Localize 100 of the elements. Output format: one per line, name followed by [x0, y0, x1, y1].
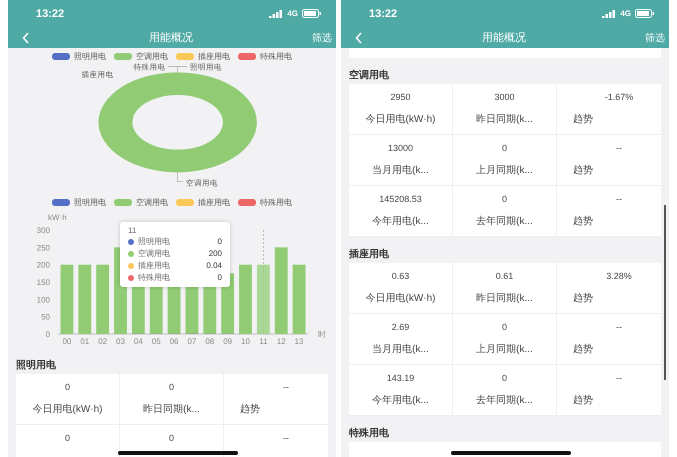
leader-line	[168, 66, 188, 73]
stat-value: 0.61	[496, 271, 514, 281]
series-name: 特殊用电	[138, 272, 170, 283]
stat-value: 2.69	[392, 322, 410, 332]
stat-label: 当月用电(k...	[372, 164, 429, 177]
bar	[60, 264, 74, 334]
stat-value: 0	[502, 143, 507, 153]
y-tick-label: 250	[36, 243, 50, 252]
x-tick-label: 07	[187, 337, 196, 346]
stat-label: 趋势	[573, 164, 593, 177]
legend-label: 插座用电	[198, 50, 230, 62]
x-tick-label: 12	[276, 337, 286, 346]
status-time: 13:22	[369, 8, 398, 20]
series-value: 200	[208, 249, 222, 258]
battery-icon	[635, 9, 655, 18]
x-tick-label: 02	[98, 337, 108, 346]
network-label: 4G	[620, 9, 631, 18]
stat-value: --	[616, 143, 622, 153]
stat-label: 今年用电(k...	[372, 394, 429, 407]
stat-value: 0	[502, 194, 507, 204]
filter-button[interactable]: 筛选	[312, 30, 332, 44]
x-tick-label: 01	[80, 337, 90, 346]
x-tick-label: 13	[294, 337, 304, 346]
stat-label: 趋势	[573, 394, 593, 407]
stat-value: 2950	[390, 92, 411, 102]
stat-label: 趋势	[573, 112, 593, 126]
bar	[256, 264, 270, 334]
stat-label: 今年用电(k...	[372, 214, 429, 228]
legend-label: 空调用电	[136, 196, 168, 208]
section-title: 特殊用电	[348, 426, 390, 441]
filter-button[interactable]: 筛选	[645, 30, 665, 44]
stat-value: 0	[64, 382, 70, 392]
section-title: 空调用电	[348, 68, 390, 83]
page-title: 用能概况	[482, 31, 526, 45]
stat-label: 昨日同期(k...	[143, 402, 200, 416]
stat-value: 0	[64, 433, 70, 443]
donut-label: 照明用电	[190, 62, 222, 72]
bar	[239, 264, 252, 334]
stat-label: 上月同期(k...	[476, 164, 533, 177]
stat-value: --	[616, 373, 622, 383]
stat-value: 3.28%	[606, 271, 632, 281]
stat-value: --	[283, 382, 289, 392]
status-time: 13:22	[36, 8, 64, 20]
series-name: 照明用电	[138, 236, 170, 247]
leader-line	[177, 172, 184, 182]
donut-label: 插座用电	[82, 70, 114, 80]
donut-label: 特殊用电	[133, 62, 166, 72]
stat-label: 昨日同期(k...	[476, 112, 533, 126]
stat-label: 上月同期(k...	[476, 342, 533, 356]
stat-value: --	[616, 322, 622, 332]
stat-label: 当月用电(k...	[372, 342, 429, 356]
back-button[interactable]	[22, 32, 30, 44]
legend-label: 插座用电	[198, 196, 230, 208]
x-tick-label: 11	[259, 337, 268, 346]
stat-label: 去年同期(k...	[476, 394, 533, 407]
x-tick-label: 06	[170, 337, 179, 346]
x-tick-label: 09	[223, 337, 232, 346]
x-tick-label: 00	[62, 337, 72, 346]
stat-value: -1.67%	[604, 92, 634, 102]
y-tick-label: 200	[36, 260, 50, 270]
bar	[292, 264, 306, 334]
battery-icon	[302, 9, 322, 18]
stat-value: 0	[168, 433, 174, 443]
legend-label: 特殊用电	[260, 196, 292, 208]
y-tick-label: 50	[41, 312, 50, 322]
stat-value: 145208.53	[379, 194, 422, 204]
legend-label: 照明用电	[74, 50, 106, 62]
signal-icon	[269, 10, 284, 18]
x-tick-label: 04	[134, 337, 143, 346]
donut-label: 空调用电	[186, 178, 218, 188]
y-tick-label: 150	[36, 278, 50, 287]
stat-label: 今日用电(kW·h)	[32, 402, 102, 416]
stat-label: 去年同期(k...	[476, 214, 533, 228]
series-value: 0	[218, 237, 222, 246]
stat-label: 今日用电(kW·h)	[366, 292, 436, 305]
stat-label: 趋势	[573, 214, 593, 228]
stat-value: 0	[502, 373, 507, 383]
y-tick-label: 300	[36, 226, 50, 235]
series-name: 空调用电	[138, 248, 170, 259]
x-tick-label: 10	[241, 337, 250, 346]
stat-value: 0.63	[392, 271, 410, 281]
stat-label: 趋势	[573, 292, 593, 305]
bar	[96, 264, 110, 334]
stat-value: --	[616, 194, 622, 204]
x-tick-label: 03	[116, 337, 125, 346]
legend-label: 特殊用电	[260, 50, 292, 62]
stat-value: 3000	[494, 92, 515, 102]
tooltip-title: 11	[128, 226, 138, 235]
x-tick-label: 05	[152, 337, 161, 346]
y-tick-label: 100	[36, 295, 50, 304]
page-title: 用能概况	[149, 31, 193, 45]
x-axis-label: 时	[318, 330, 326, 339]
signal-icon	[602, 10, 616, 18]
stat-value: 0	[502, 322, 507, 332]
back-button[interactable]	[355, 32, 363, 44]
series-value: 0.04	[206, 261, 222, 270]
stat-label: 趋势	[240, 402, 260, 416]
stat-value: 143.19	[386, 373, 414, 383]
series-value: 0	[218, 273, 222, 282]
stat-label: 今日用电(kW·h)	[366, 112, 436, 126]
